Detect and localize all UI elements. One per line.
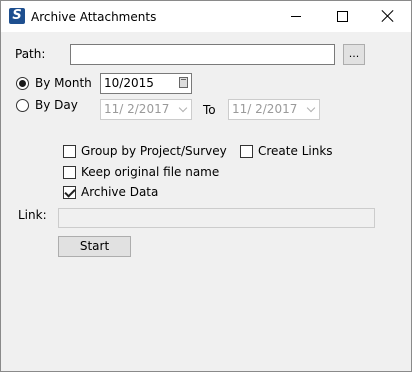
by-month-label[interactable]: By Month [35,75,92,91]
window-title: Archive Attachments [31,10,157,24]
link-input[interactable] [58,208,375,228]
group-by-project-label[interactable]: Group by Project/Survey [81,143,227,159]
maximize-button[interactable] [319,1,365,32]
to-label: To [203,103,216,117]
title-bar: S Archive Attachments [1,1,411,32]
minimize-button[interactable] [273,1,319,32]
group-by-project-checkbox[interactable] [63,145,76,158]
month-picker[interactable]: 10/2015 [100,73,192,94]
path-input[interactable] [70,44,335,65]
create-links-label[interactable]: Create Links [258,143,333,159]
archive-attachments-window: S Archive Attachments Path: ... By Month… [0,0,412,372]
calendar-icon[interactable] [179,77,188,88]
day-to-value: 11/ 2/2017 [232,102,298,116]
link-label: Link: [18,208,47,222]
day-from-picker[interactable]: 11/ 2/2017 [100,99,192,120]
minimize-icon [291,16,301,17]
month-value: 10/2015 [104,76,154,90]
archive-data-checkbox[interactable] [63,186,76,199]
app-logo-icon: S [9,8,25,24]
start-button[interactable]: Start [58,236,131,257]
day-from-value: 11/ 2/2017 [104,102,170,116]
chevron-down-icon [306,103,316,113]
chevron-down-icon [178,103,188,113]
close-button[interactable] [365,1,411,32]
create-links-checkbox[interactable] [240,145,253,158]
radio-selected-dot [19,80,26,87]
keep-original-checkbox[interactable] [63,166,76,179]
day-to-picker[interactable]: 11/ 2/2017 [228,99,320,120]
checkmark-icon [64,186,76,198]
maximize-icon [337,11,348,22]
close-icon [381,9,395,23]
by-month-radio[interactable] [16,77,29,90]
path-label: Path: [15,47,46,61]
archive-data-label[interactable]: Archive Data [81,184,158,200]
keep-original-label[interactable]: Keep original file name [81,164,219,180]
by-day-label[interactable]: By Day [35,97,78,113]
browse-button[interactable]: ... [343,44,365,65]
by-day-radio[interactable] [16,99,29,112]
